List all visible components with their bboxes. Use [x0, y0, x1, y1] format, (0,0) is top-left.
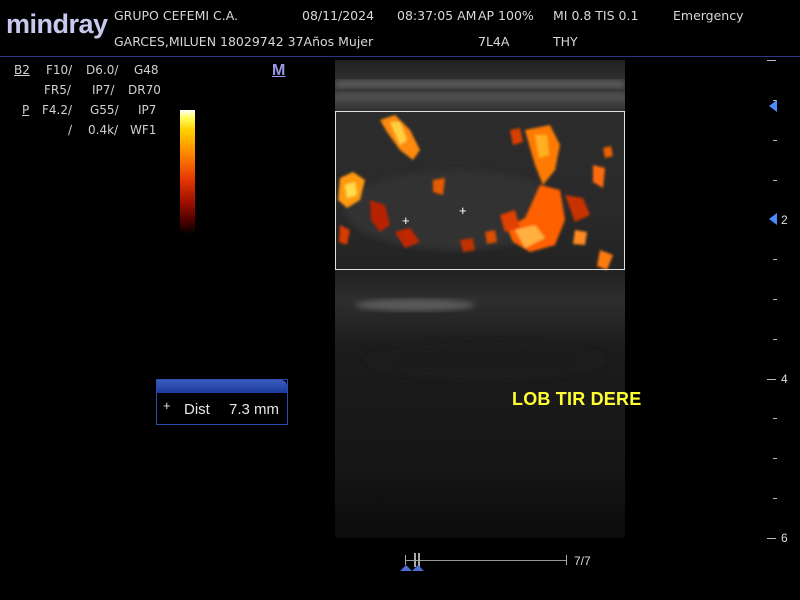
param-frame-rate: FR5/ [44, 83, 71, 97]
caliper-start-crosshair[interactable]: + [402, 214, 410, 227]
mi-tis-readout: MI 0.8 TIS 0.1 [553, 8, 639, 23]
measurement-value: 7.3 mm [229, 401, 280, 418]
depth-label: 4 [781, 372, 788, 386]
depth-tick [773, 180, 777, 181]
depth-label: 2 [781, 213, 788, 227]
param-gain: G48 [134, 63, 159, 77]
mindray-logo: mindray [6, 9, 108, 39]
param-image-processing: IP7/ [92, 83, 115, 97]
param-b2: B2 [14, 63, 30, 77]
patient-info: GARCES,MILUEN 18029742 37Años Mujer [114, 34, 374, 49]
depth-tick [773, 299, 777, 300]
acoustic-power: AP 100% [478, 8, 534, 23]
focus-marker-icon[interactable] [769, 213, 777, 225]
depth-label: 6 [781, 531, 788, 545]
crosshair-icon: + [163, 398, 171, 413]
measurement-box-titlebar[interactable] [157, 380, 287, 393]
mode-emergency: Emergency [673, 8, 744, 23]
depth-tick [773, 259, 777, 260]
exam-preset: THY [553, 34, 578, 49]
focus-marker-icon[interactable] [769, 100, 777, 112]
measurement-label: Dist [184, 401, 210, 418]
param-depth: D6.0/ [86, 63, 119, 77]
depth-tick [767, 60, 776, 61]
param-frequency: F10/ [46, 63, 73, 77]
depth-tick [773, 339, 777, 340]
clinic-name: GRUPO CEFEMI C.A. [114, 8, 239, 23]
depth-tick [773, 458, 777, 459]
measurement-result-box[interactable]: + Dist 7.3 mm [156, 379, 288, 425]
param-slash: / [68, 123, 73, 137]
param-p: P [22, 103, 30, 117]
probe-model: 7L4A [478, 34, 510, 49]
color-roi-box[interactable] [335, 111, 625, 270]
param-color-ip: IP7 [138, 103, 157, 117]
depth-tick [773, 418, 777, 419]
image-annotation[interactable]: LOB TIR DERE [512, 389, 641, 410]
exam-date: 08/11/2024 [302, 8, 375, 23]
param-wall-filter: WF1 [130, 123, 157, 137]
cine-progress-bar[interactable] [405, 560, 567, 561]
cine-pointer-icon [400, 565, 424, 571]
param-color-frequency: F4.2/ [42, 103, 73, 117]
param-prf: 0.4k/ [88, 123, 119, 137]
cine-frame-counter: 7/7 [574, 554, 591, 568]
caliper-end-crosshair[interactable]: + [459, 204, 467, 217]
param-dynamic-range: DR70 [128, 83, 161, 97]
header-divider [0, 56, 800, 57]
mode-marker: M [272, 62, 286, 79]
depth-tick [773, 140, 777, 141]
param-color-gain: G55/ [90, 103, 119, 117]
cine-end-cap [566, 555, 567, 565]
exam-time: 08:37:05 AM [397, 8, 477, 23]
color-power-scale-bar [180, 110, 195, 234]
depth-tick [767, 538, 776, 539]
depth-tick [767, 379, 776, 380]
depth-tick [773, 498, 777, 499]
